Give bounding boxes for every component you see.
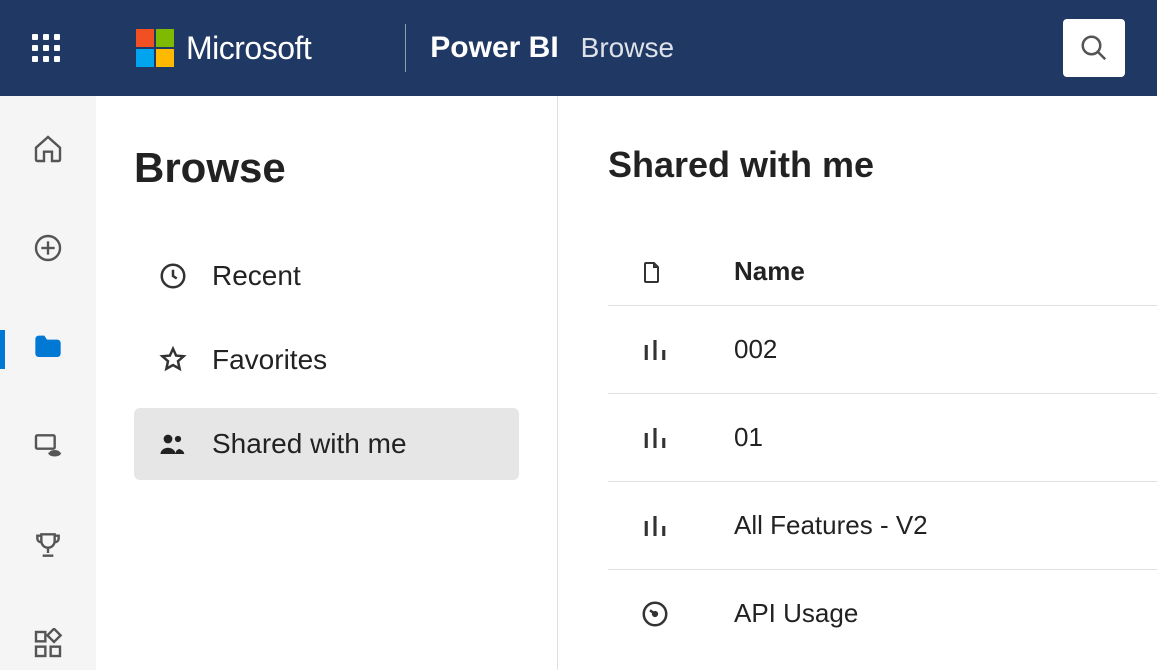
microsoft-logo[interactable]: Microsoft	[136, 29, 311, 67]
browse-item-favorites[interactable]: Favorites	[134, 324, 519, 396]
column-header-name[interactable]: Name	[734, 256, 805, 287]
app-header: Microsoft Power BI Browse	[0, 0, 1157, 96]
nav-create[interactable]	[0, 227, 96, 274]
people-icon	[158, 429, 188, 459]
data-icon	[32, 430, 64, 467]
browse-title: Browse	[134, 144, 519, 192]
table-row[interactable]: API Usage	[608, 570, 1157, 657]
browse-item-label: Recent	[212, 260, 301, 292]
report-icon	[640, 335, 670, 365]
trophy-icon	[32, 529, 64, 566]
microsoft-squares-icon	[136, 29, 174, 67]
file-icon	[640, 258, 664, 286]
report-icon	[640, 511, 670, 541]
table-row[interactable]: 01	[608, 394, 1157, 482]
nav-apps[interactable]	[0, 623, 96, 670]
nav-metrics[interactable]	[0, 524, 96, 571]
app-launcher-icon[interactable]	[32, 34, 60, 62]
page-title: Shared with me	[608, 144, 1157, 186]
nav-browse[interactable]	[0, 326, 96, 373]
row-name: 002	[734, 334, 777, 365]
table-row[interactable]: 002	[608, 306, 1157, 394]
nav-data[interactable]	[0, 425, 96, 472]
browse-item-label: Shared with me	[212, 428, 407, 460]
row-name: API Usage	[734, 598, 858, 629]
apps-icon	[32, 628, 64, 665]
search-icon	[1079, 33, 1109, 63]
browse-item-shared[interactable]: Shared with me	[134, 408, 519, 480]
clock-icon	[158, 261, 188, 291]
dashboard-icon	[640, 599, 670, 629]
search-button[interactable]	[1063, 19, 1125, 77]
brand-text: Microsoft	[186, 30, 311, 67]
row-name: All Features - V2	[734, 510, 928, 541]
home-icon	[32, 133, 64, 170]
header-divider	[405, 24, 406, 72]
app-name: Power BI	[430, 31, 558, 65]
nav-home[interactable]	[0, 128, 96, 175]
report-icon	[640, 423, 670, 453]
table-row[interactable]: All Features - V2	[608, 482, 1157, 570]
table-header-row: Name	[608, 238, 1157, 306]
browse-panel: Browse Recent Favorites Shared with me	[96, 96, 558, 670]
nav-rail	[0, 96, 96, 670]
browse-item-label: Favorites	[212, 344, 327, 376]
main-content: Shared with me Name 002 01 All Features …	[558, 96, 1157, 670]
breadcrumb: Browse	[581, 32, 674, 64]
folder-icon	[32, 331, 64, 368]
plus-circle-icon	[32, 232, 64, 269]
row-name: 01	[734, 422, 763, 453]
browse-item-recent[interactable]: Recent	[134, 240, 519, 312]
star-icon	[158, 345, 188, 375]
